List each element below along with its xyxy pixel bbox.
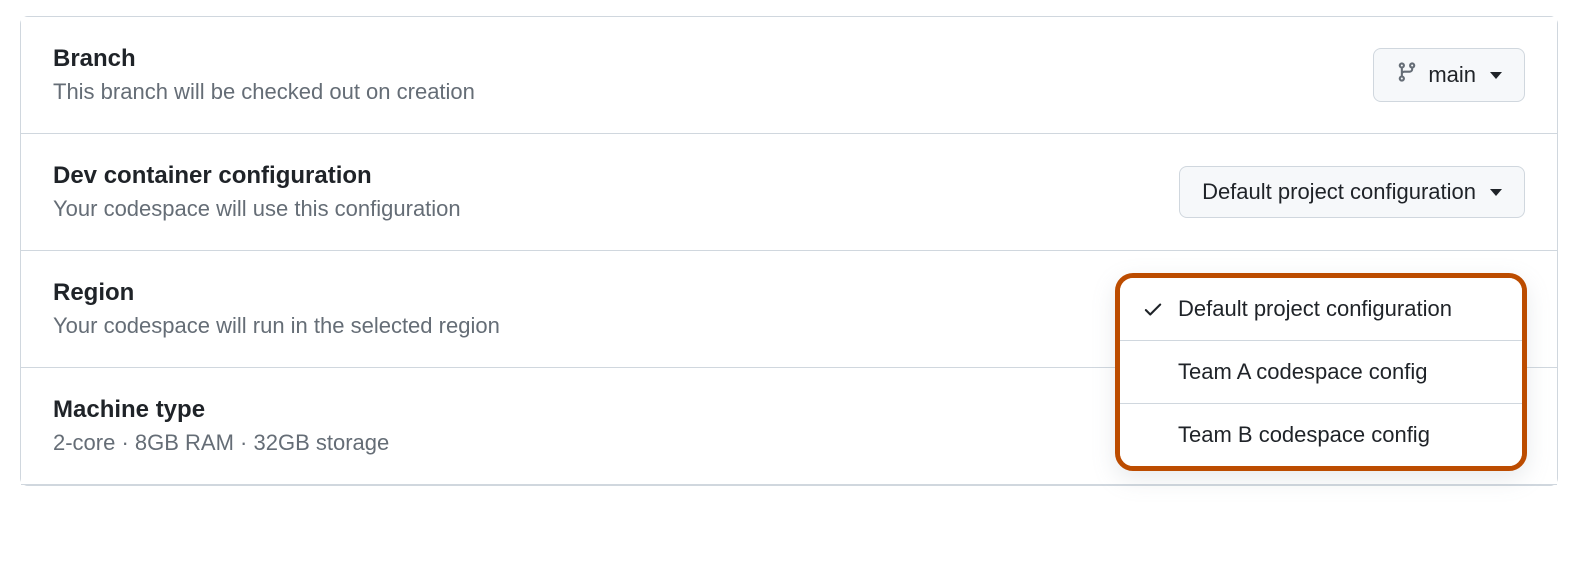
branch-title: Branch xyxy=(53,45,475,73)
branch-text: Branch This branch will be checked out o… xyxy=(53,45,475,105)
devcontainer-row: Dev container configuration Your codespa… xyxy=(21,134,1557,251)
check-placeholder xyxy=(1142,424,1164,446)
branch-description: This branch will be checked out on creat… xyxy=(53,79,475,105)
devcontainer-dropdown-menu: Default project configuration Team A cod… xyxy=(1115,273,1527,471)
devcontainer-selected-label: Default project configuration xyxy=(1202,179,1476,205)
machine-title: Machine type xyxy=(53,396,389,424)
devcontainer-option-team-a[interactable]: Team A codespace config xyxy=(1120,341,1522,404)
devcontainer-title: Dev container configuration xyxy=(53,162,461,190)
devcontainer-option-label: Default project configuration xyxy=(1178,296,1452,322)
caret-down-icon xyxy=(1490,189,1502,196)
devcontainer-option-label: Team B codespace config xyxy=(1178,422,1430,448)
codespace-settings-panel: Branch This branch will be checked out o… xyxy=(0,16,1578,486)
caret-down-icon xyxy=(1490,72,1502,79)
devcontainer-option-team-b[interactable]: Team B codespace config xyxy=(1120,404,1522,466)
region-description: Your codespace will run in the selected … xyxy=(53,313,500,339)
machine-description: 2-core · 8GB RAM · 32GB storage xyxy=(53,430,389,456)
branch-row: Branch This branch will be checked out o… xyxy=(21,17,1557,134)
git-branch-icon xyxy=(1396,61,1418,89)
devcontainer-option-default[interactable]: Default project configuration xyxy=(1120,278,1522,341)
branch-select-button[interactable]: main xyxy=(1373,48,1525,102)
region-title: Region xyxy=(53,279,500,307)
check-icon xyxy=(1142,298,1164,320)
devcontainer-option-label: Team A codespace config xyxy=(1178,359,1428,385)
machine-text: Machine type 2-core · 8GB RAM · 32GB sto… xyxy=(53,396,389,456)
devcontainer-description: Your codespace will use this configurati… xyxy=(53,196,461,222)
settings-list: Branch This branch will be checked out o… xyxy=(20,16,1558,486)
check-placeholder xyxy=(1142,361,1164,383)
devcontainer-select-button[interactable]: Default project configuration xyxy=(1179,166,1525,218)
devcontainer-text: Dev container configuration Your codespa… xyxy=(53,162,461,222)
branch-selected-label: main xyxy=(1428,62,1476,88)
region-text: Region Your codespace will run in the se… xyxy=(53,279,500,339)
